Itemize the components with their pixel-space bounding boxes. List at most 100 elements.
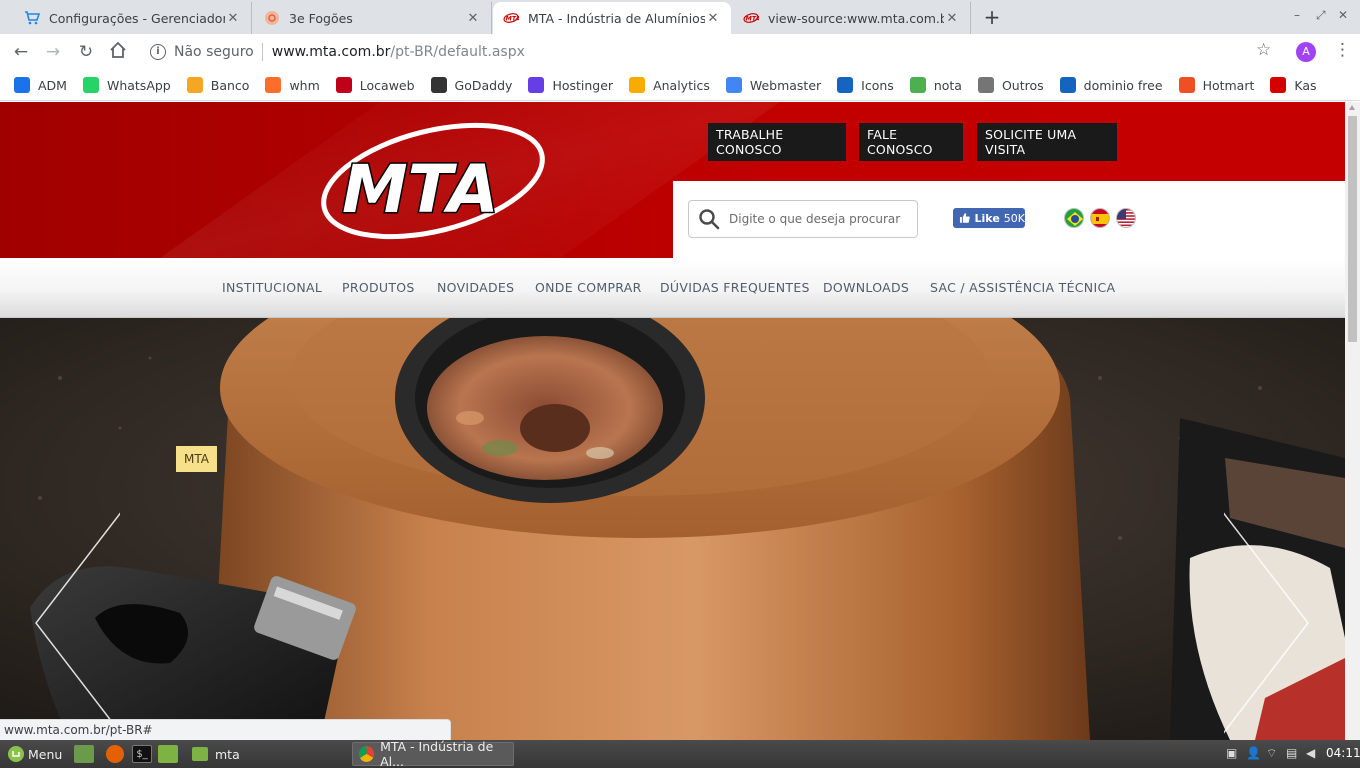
slider-next-arrow[interactable]: [1224, 508, 1310, 738]
nav-onde-comprar[interactable]: ONDE COMPRAR: [535, 280, 642, 295]
show-desktop-button[interactable]: [74, 743, 94, 765]
bookmark-label: Outros: [1002, 78, 1044, 93]
tab-title: MTA - Indústria de Alumínios ®: [528, 11, 705, 26]
nav-downloads[interactable]: DOWNLOADS: [823, 280, 909, 295]
folder-window-label: mta: [215, 747, 240, 762]
tab-title: Configurações - Gerenciador W: [49, 11, 225, 26]
bookmark-dominio-free[interactable]: dominio free: [1060, 77, 1163, 93]
slider-prev-arrow[interactable]: [34, 508, 120, 738]
tray-volume-icon[interactable]: ◀: [1306, 746, 1315, 760]
chrome-icon: [359, 746, 374, 762]
scroll-up-arrow-icon[interactable]: [1349, 105, 1355, 110]
minimize-window-button[interactable]: –: [1294, 8, 1300, 22]
search-input[interactable]: [729, 212, 909, 226]
files-launcher[interactable]: [158, 743, 178, 765]
nav-sac-assistencia[interactable]: SAC / ASSISTÊNCIA TÉCNICA: [930, 280, 1115, 295]
info-icon[interactable]: i: [150, 44, 166, 60]
bookmark-analytics[interactable]: Analytics: [629, 77, 710, 93]
taskbar-chrome-window[interactable]: MTA - Indústria de Al...: [352, 742, 514, 766]
bookmark-adm[interactable]: ADM: [14, 77, 67, 93]
bookmark-banco[interactable]: Banco: [187, 77, 250, 93]
omnibox-divider: [262, 43, 263, 61]
nav-produtos[interactable]: PRODUTOS: [342, 280, 415, 295]
start-menu-button[interactable]: Menu: [8, 743, 62, 765]
whatsapp-icon: [83, 77, 99, 93]
search-icon[interactable]: [689, 208, 729, 230]
tab-view-source[interactable]: MTA view-source:www.mta.com.br/p ✕: [733, 2, 971, 34]
bookmark-godaddy[interactable]: GoDaddy: [431, 77, 513, 93]
back-button[interactable]: ←: [10, 41, 32, 63]
bookmark-star-icon[interactable]: ☆: [1256, 40, 1271, 60]
bookmark-outros[interactable]: Outros: [978, 77, 1044, 93]
kaspersky-icon: [1270, 77, 1286, 93]
page-scrollbar[interactable]: [1345, 102, 1360, 740]
close-tab-icon[interactable]: ✕: [465, 11, 481, 26]
mint-logo-icon: [8, 746, 24, 762]
flag-icon: [837, 77, 853, 93]
nav-duvidas-frequentes[interactable]: DÚVIDAS FREQUENTES: [660, 280, 810, 295]
scrollbar-thumb[interactable]: [1348, 116, 1357, 342]
spain-flag-icon[interactable]: [1090, 208, 1110, 228]
facebook-like-button[interactable]: Like 50K: [953, 208, 1025, 228]
tray-wifi-icon[interactable]: ⌔: [1266, 746, 1277, 761]
bookmark-locaweb[interactable]: Locaweb: [336, 77, 415, 93]
address-bar[interactable]: i Não seguro www.mta.com.br/pt-BR/defaul…: [142, 37, 1292, 67]
nav-institucional[interactable]: INSTITUCIONAL: [222, 280, 322, 295]
tray-user-icon[interactable]: 👤: [1246, 746, 1261, 760]
trabalhe-conosco-button[interactable]: TRABALHE CONOSCO: [708, 123, 846, 161]
fb-like-count: 50K: [1004, 212, 1025, 225]
nav-novidades[interactable]: NOVIDADES: [437, 280, 514, 295]
brazil-flag-icon[interactable]: [1064, 208, 1084, 228]
bookmark-hotmart[interactable]: Hotmart: [1179, 77, 1255, 93]
restore-window-button[interactable]: ⤢: [1316, 8, 1326, 23]
firefox-launcher[interactable]: [106, 743, 124, 765]
fale-conosco-button[interactable]: FALE CONOSCO: [859, 123, 963, 161]
taskbar-folder-mta[interactable]: mta: [192, 743, 240, 765]
hero-image: [0, 318, 1345, 740]
mta-logo[interactable]: MTA: [318, 120, 548, 242]
bookmark-label: Hostinger: [552, 78, 613, 93]
analytics-icon: [629, 77, 645, 93]
close-window-button[interactable]: ✕: [1338, 8, 1348, 22]
site-search-box[interactable]: [688, 200, 918, 238]
bookmark-label: ADM: [38, 78, 67, 93]
svg-text:MTA: MTA: [746, 16, 759, 23]
reload-button[interactable]: ↻: [75, 41, 97, 63]
tab-mta-active[interactable]: MTA MTA - Indústria de Alumínios ® ✕: [493, 2, 731, 34]
tab-configuracoes[interactable]: Configurações - Gerenciador W ✕: [14, 2, 252, 34]
bookmark-whm[interactable]: whm: [265, 77, 319, 93]
bookmark-icons[interactable]: Icons: [837, 77, 894, 93]
link-status-bubble: www.mta.com.br/pt-BR#: [0, 719, 451, 740]
logo-text: MTA: [342, 151, 499, 228]
menu-kebab-icon[interactable]: ⋮: [1334, 40, 1351, 60]
home-icon: [109, 41, 127, 59]
close-tab-icon[interactable]: ✕: [705, 11, 721, 26]
thumbs-up-icon: [959, 212, 971, 224]
godaddy-icon: [431, 77, 447, 93]
fb-like-label: Like: [975, 212, 1000, 225]
tray-notes-icon[interactable]: ▣: [1226, 746, 1237, 760]
profile-avatar[interactable]: A: [1296, 42, 1316, 62]
terminal-launcher[interactable]: $_: [132, 743, 152, 765]
bookmark-hostinger[interactable]: Hostinger: [528, 77, 613, 93]
bookmark-label: Icons: [861, 78, 894, 93]
locaweb-icon: [336, 77, 352, 93]
cloud-icon: [14, 77, 30, 93]
folder-icon: [192, 747, 208, 761]
browser-toolbar: ← → ↻ i Não seguro www.mta.com.br/pt-BR/…: [0, 34, 1360, 70]
bookmark-nota[interactable]: nota: [910, 77, 962, 93]
home-button[interactable]: [107, 41, 129, 63]
os-taskbar: Menu $_ mta MTA - Indústria de Al... ▣ 👤…: [0, 740, 1360, 768]
tab-3e-fogoes[interactable]: 3e Fogões ✕: [254, 2, 492, 34]
bookmark-webmaster[interactable]: Webmaster: [726, 77, 821, 93]
bookmark-kas[interactable]: Kas: [1270, 77, 1316, 93]
usa-flag-icon[interactable]: [1116, 208, 1136, 228]
new-tab-button[interactable]: +: [982, 6, 1002, 28]
close-tab-icon[interactable]: ✕: [944, 11, 960, 26]
forward-button[interactable]: →: [42, 41, 64, 63]
bookmark-label: WhatsApp: [107, 78, 171, 93]
bookmark-whatsapp[interactable]: WhatsApp: [83, 77, 171, 93]
tray-clipboard-icon[interactable]: ▤: [1286, 746, 1297, 760]
close-tab-icon[interactable]: ✕: [225, 11, 241, 26]
solicite-visita-button[interactable]: SOLICITE UMA VISITA: [977, 123, 1117, 161]
